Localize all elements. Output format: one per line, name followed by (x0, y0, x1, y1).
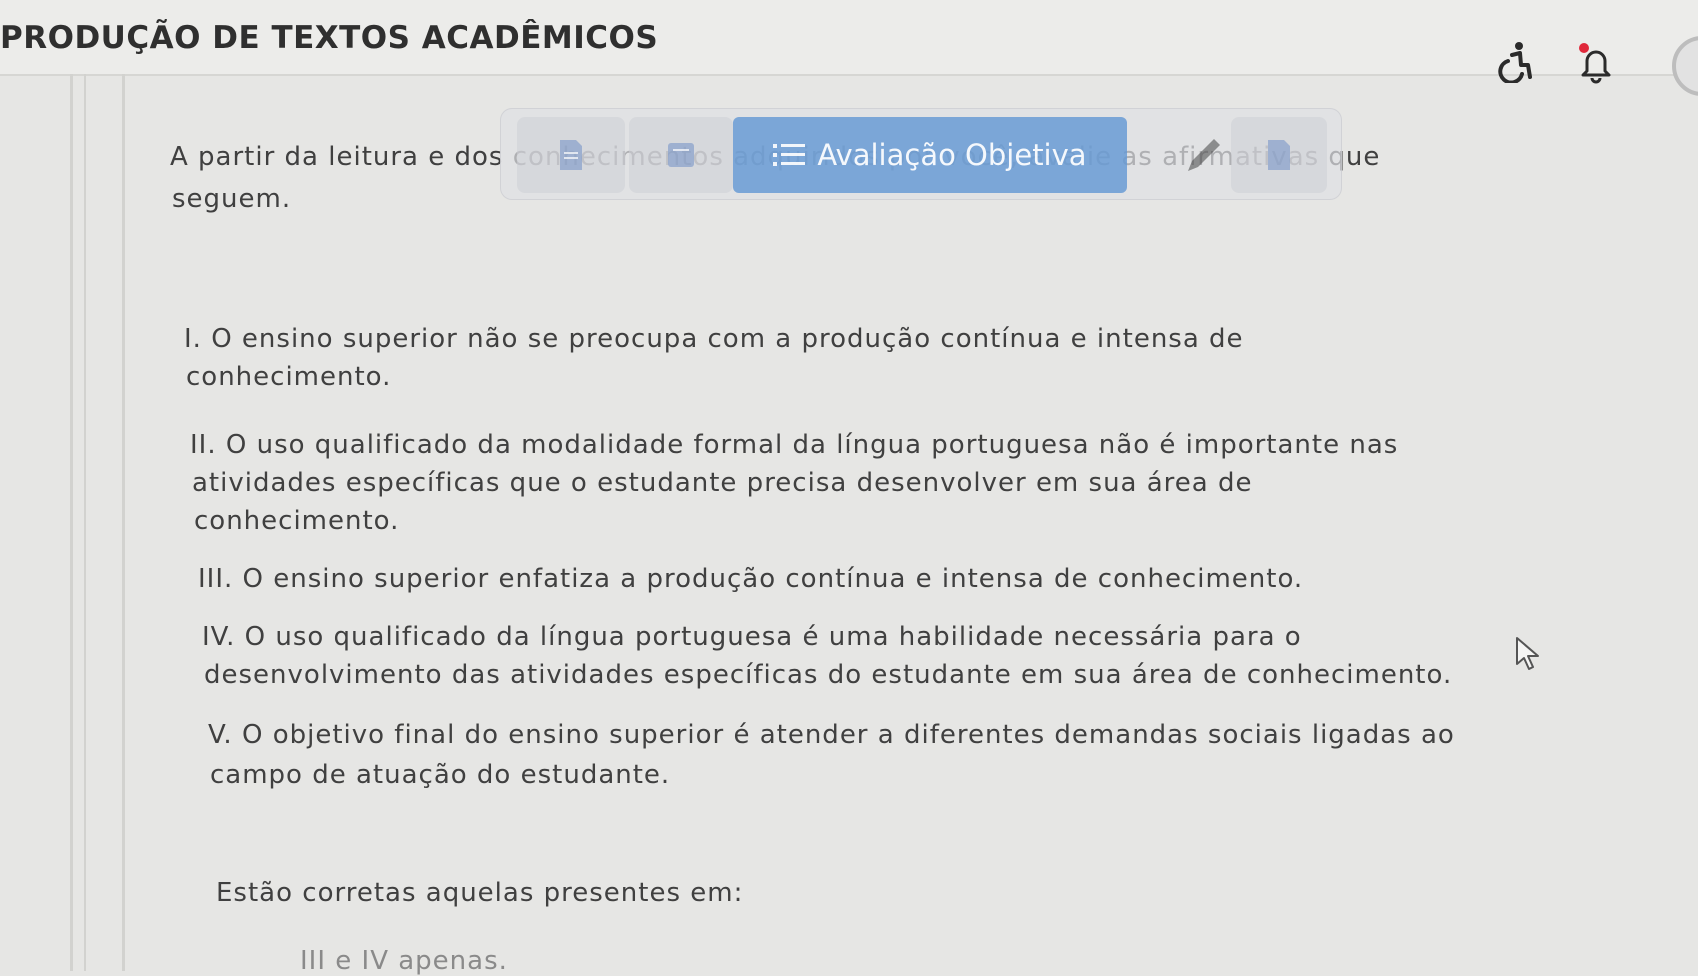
notification-dot-icon (1579, 43, 1589, 53)
top-header-bar: PRODUÇÃO DE TEXTOS ACADÊMICOS (0, 0, 1698, 96)
tab-avaliacao-objetiva[interactable]: Avaliação Objetiva (733, 117, 1127, 193)
statement-2: II. O uso qualificado da modalidade form… (190, 430, 1399, 460)
statement-4: desenvolvimento das atividades específic… (204, 660, 1453, 690)
list-icon (773, 144, 806, 166)
statement-2: atividades específicas que o estudante p… (192, 468, 1253, 498)
statement-4: IV. O uso qualificado da língua portugue… (202, 622, 1302, 652)
toolbar-button-book[interactable] (629, 117, 733, 193)
left-rail (70, 74, 73, 971)
document-icon (560, 140, 582, 170)
wheelchair-icon[interactable] (1494, 40, 1538, 84)
pencil-icon (1188, 139, 1220, 171)
notifications-bell-icon[interactable] (1572, 38, 1620, 86)
toolbar-button-document[interactable] (517, 117, 625, 193)
book-icon (668, 143, 694, 167)
statement-1: I. O ensino superior não se preocupa com… (184, 324, 1244, 354)
course-title: PRODUÇÃO DE TEXTOS ACADÊMICOS (0, 20, 659, 56)
user-avatar[interactable] (1672, 36, 1698, 96)
tab-label: Avaliação Objetiva (817, 138, 1087, 172)
question-prompt: Estão corretas aquelas presentes em: (216, 878, 744, 908)
statement-3: III. O ensino superior enfatiza a produç… (198, 564, 1304, 594)
floating-toolbar: Avaliação Objetiva (500, 108, 1342, 200)
left-rail (122, 74, 125, 971)
statement-5: campo de atuação do estudante. (210, 760, 671, 790)
toolbar-button-file[interactable] (1231, 117, 1327, 193)
statement-2: conhecimento. (194, 506, 400, 536)
file-icon (1268, 140, 1290, 170)
left-rail (84, 74, 86, 971)
answer-option-a[interactable]: III e IV apenas. (300, 948, 508, 974)
statement-5: V. O objetivo final do ensino superior é… (208, 720, 1455, 750)
mouse-cursor-icon (1514, 636, 1544, 672)
question-intro: seguem. (172, 184, 292, 214)
statement-1: conhecimento. (186, 362, 392, 392)
